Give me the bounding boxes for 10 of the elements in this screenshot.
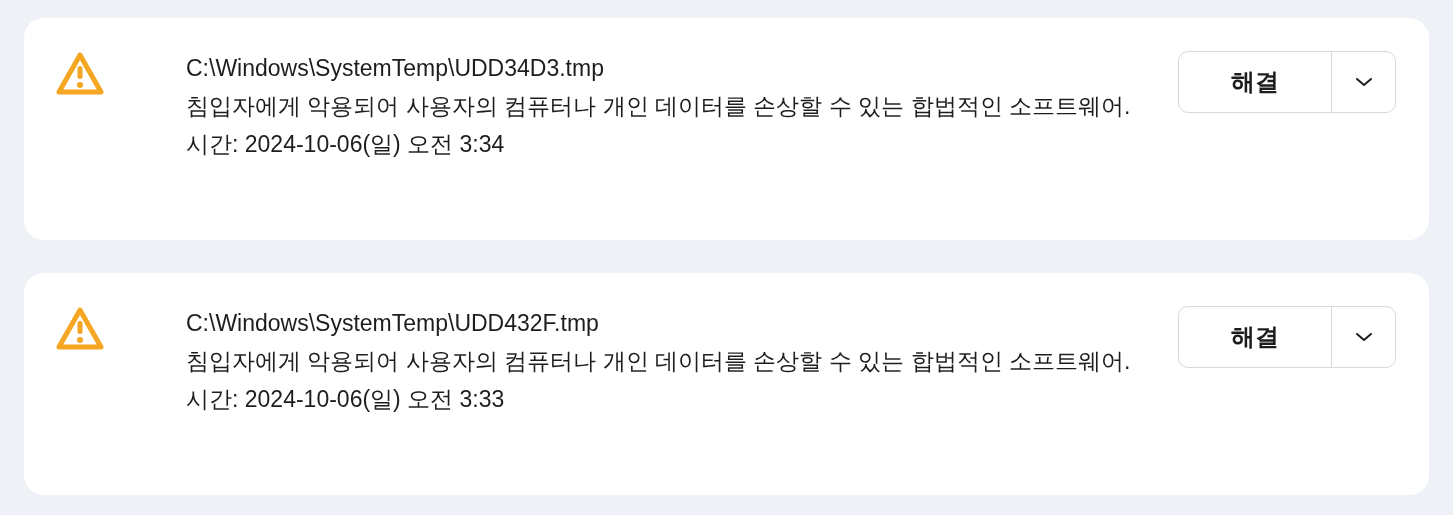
threat-description: 침입자에게 악용되어 사용자의 컴퓨터나 개인 데이터를 손상할 수 있는 합법적인 소프트웨어. [186,347,1132,376]
chevron-down-icon [1354,77,1373,87]
file-path: C:\Windows\SystemTemp\UDD432F.tmp [186,309,600,338]
detection-time: 시간: 2024-10-06(일) 오전 3:34 [186,130,506,159]
warning-icon [56,51,104,97]
detection-time: 시간: 2024-10-06(일) 오전 3:33 [186,385,506,414]
threat-description: 침입자에게 악용되어 사용자의 컴퓨터나 개인 데이터를 손상할 수 있는 합법적인 소프트웨어. [186,92,1132,121]
chevron-down-icon [1354,332,1373,342]
warning-icon [56,306,104,352]
file-path: C:\Windows\SystemTemp\UDD34D3.tmp [186,54,605,83]
